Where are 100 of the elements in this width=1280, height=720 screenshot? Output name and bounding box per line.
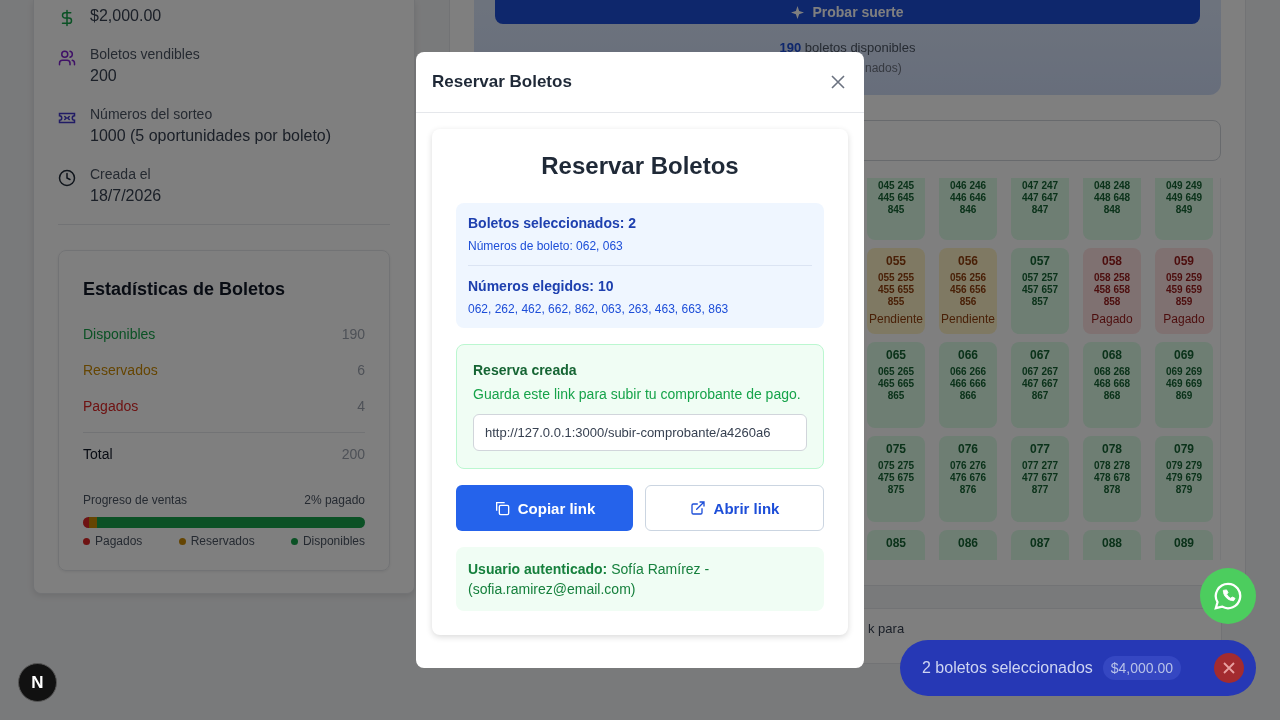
ticket-card[interactable]: 069 069 269 469 669 869: [1155, 342, 1213, 428]
ticket-card[interactable]: 077 077 277 477 677 877: [1011, 436, 1069, 522]
number-line: 469 669: [1164, 378, 1204, 390]
ticket-card[interactable]: 086: [939, 530, 997, 560]
number-line: 457 657: [1020, 284, 1060, 296]
number-line: 077 277: [1020, 460, 1060, 472]
ticket-number: 058: [1101, 254, 1123, 268]
selected-note: nados): [865, 61, 902, 75]
link-field[interactable]: http://127.0.0.1:3000/subir-comprobante/a4260a6: [473, 414, 807, 451]
dev-badge[interactable]: N: [18, 663, 57, 702]
number-line: 455 655: [876, 284, 916, 296]
ticket-card[interactable]: 045 245 445 645 845: [867, 178, 925, 240]
ticket-number: 089: [1173, 536, 1195, 550]
ticket-card[interactable]: 085: [867, 530, 925, 560]
number-line: 056 256: [948, 272, 988, 284]
ticket-card[interactable]: 047 247 447 647 847: [1011, 178, 1069, 240]
number-line: 048 248: [1092, 180, 1132, 192]
number-line: 065 265: [876, 366, 916, 378]
number-line: 879: [1174, 484, 1194, 496]
number-line: 075 275: [876, 460, 916, 472]
number-line: 049 249: [1164, 180, 1204, 192]
number-line: 055 255: [876, 272, 916, 284]
copy-link-button[interactable]: Copiar link: [456, 485, 633, 531]
number-line: 446 646: [948, 192, 988, 204]
ticket-card[interactable]: 067 067 267 467 667 867: [1011, 342, 1069, 428]
external-link-icon: [689, 500, 706, 516]
ticket-number: 079: [1173, 442, 1195, 456]
number-line: 047 247: [1020, 180, 1060, 192]
users-icon: [58, 48, 76, 68]
ticket-number: 067: [1029, 348, 1051, 362]
progress-label: Progreso de ventas: [83, 493, 188, 507]
ticket-card[interactable]: 049 249 449 649 849: [1155, 178, 1213, 240]
number-line: 477 677: [1020, 472, 1060, 484]
notice-title: Reserva creada: [473, 362, 578, 378]
number-line: 059 259: [1164, 272, 1204, 284]
info-text: k para: [868, 621, 905, 636]
number-line: 849: [1174, 204, 1194, 216]
number-line: 456 656: [948, 284, 988, 296]
ticket-card[interactable]: 056 056 256 456 656 856 Pendiente: [939, 248, 997, 334]
status-label: Pendiente: [939, 312, 996, 326]
ticket-card[interactable]: 046 246 446 646 846: [939, 178, 997, 240]
number-line: 876: [958, 484, 978, 496]
ticket-card[interactable]: 055 055 255 455 655 855 Pendiente: [867, 248, 925, 334]
ticket-card[interactable]: 075 075 275 475 675 875: [867, 436, 925, 522]
ticket-card[interactable]: 078 078 278 478 678 878: [1083, 436, 1141, 522]
notice-message: Guarda este link para subir tu comprobante de pago.: [473, 386, 802, 402]
clock-icon: [58, 168, 76, 188]
close-icon[interactable]: [1214, 653, 1244, 683]
chosen-numbers: 062, 262, 462, 662, 862, 063, 263, 463, 663, 863: [468, 302, 730, 316]
ticket-number: 059: [1173, 254, 1195, 268]
ticket-card[interactable]: 048 248 448 648 848: [1083, 178, 1141, 240]
number-line: 448 648: [1092, 192, 1132, 204]
status-label: Pagado: [1162, 312, 1206, 326]
number-line: 046 246: [948, 180, 988, 192]
ticket-number: 066: [957, 348, 979, 362]
number-line: 067 267: [1020, 366, 1060, 378]
close-icon[interactable]: [830, 74, 846, 90]
number-line: 076 276: [948, 460, 988, 472]
number-line: 875: [886, 484, 906, 496]
selection-text: 2 boletos seleccionados: [922, 659, 1093, 677]
number-line: 079 279: [1164, 460, 1204, 472]
ticket-card[interactable]: 059 059 259 459 659 859 Pagado: [1155, 248, 1213, 334]
number-line: 866: [958, 390, 978, 402]
number-line: 467 667: [1020, 378, 1060, 390]
ticket-card[interactable]: 076 076 276 476 676 876: [939, 436, 997, 522]
chosen-title: Números elegidos: 10: [468, 278, 615, 294]
ticket-card[interactable]: 079 079 279 479 679 879: [1155, 436, 1213, 522]
ticket-number: 087: [1029, 536, 1051, 550]
ticket-number: 078: [1101, 442, 1123, 456]
ticket-number: 086: [957, 536, 979, 550]
number-line: 868: [1102, 390, 1122, 402]
ticket-card[interactable]: 088: [1083, 530, 1141, 560]
status-label: Pendiente: [867, 312, 924, 326]
number-line: 045 245: [876, 180, 916, 192]
number-line: 449 649: [1164, 192, 1204, 204]
ticket-card[interactable]: 068 068 268 468 668 868: [1083, 342, 1141, 428]
detail-value: 1000 (5 oportunidades por boleto): [90, 126, 332, 146]
number-line: 845: [886, 204, 906, 216]
stat-label: Reservados: [83, 362, 158, 378]
number-line: 447 647: [1020, 192, 1060, 204]
number-line: 859: [1174, 296, 1194, 308]
ticket-number: 076: [957, 442, 979, 456]
ticket-card[interactable]: 065 065 265 465 665 865: [867, 342, 925, 428]
ticket-card[interactable]: 058 058 258 458 658 858 Pagado: [1083, 248, 1141, 334]
legend-label: Disponibles: [302, 534, 365, 548]
ticket-card[interactable]: 057 057 257 457 657 857: [1011, 248, 1069, 334]
ticket-number: 056: [957, 254, 979, 268]
ticket-number: 055: [885, 254, 907, 268]
detail-value: $2,000.00: [90, 6, 162, 26]
ticket-number: 085: [885, 536, 907, 550]
open-link-button[interactable]: Abrir link: [645, 485, 824, 531]
stat-label: Pagados: [83, 398, 139, 414]
ticket-card[interactable]: 066 066 266 466 666 866: [939, 342, 997, 428]
total-label: Total: [83, 446, 113, 462]
status-label: Pagado: [1090, 312, 1134, 326]
ticket-number: 088: [1101, 536, 1123, 550]
number-line: 857: [1030, 296, 1050, 308]
ticket-card[interactable]: 087: [1011, 530, 1069, 560]
try-luck-button[interactable]: Probar suerte: [495, 0, 1200, 24]
ticket-card[interactable]: 089: [1155, 530, 1213, 560]
